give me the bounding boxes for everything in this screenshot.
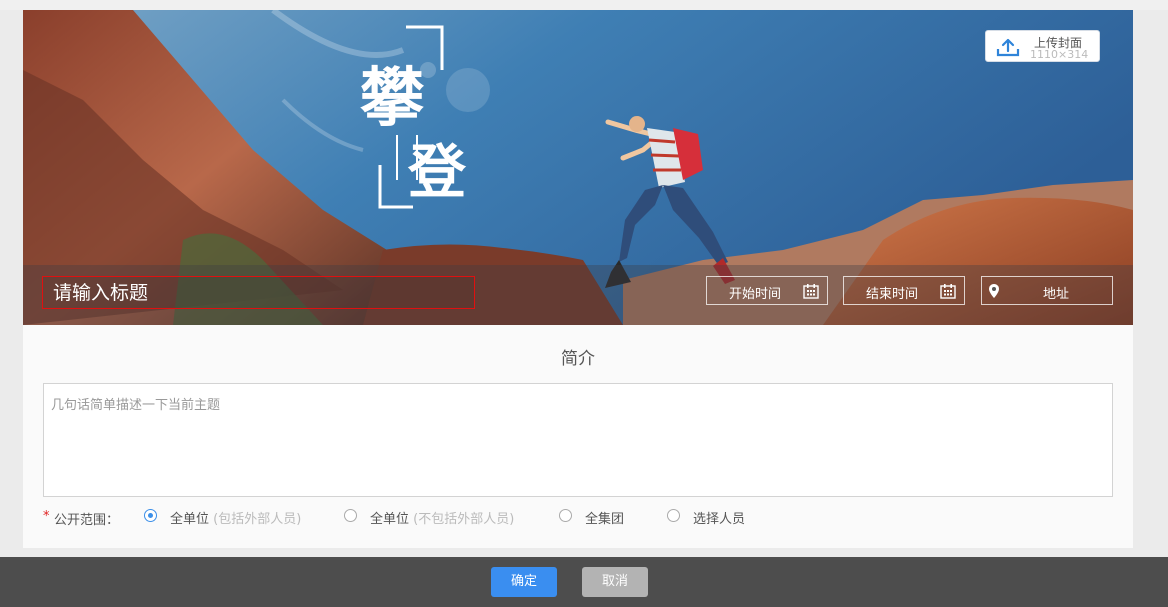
intro-section-title: 简介 [561,349,595,369]
radio-unchecked[interactable] [344,509,357,522]
scope-option-label: 全单位 [170,512,210,527]
scope-label: 公开范围： [54,513,120,528]
cover-banner: 攀 登 上传封面 1110×314 开始时间 [23,10,1133,325]
start-time-field[interactable]: 开始时间 [706,276,828,305]
radio-unchecked[interactable] [559,509,572,522]
confirm-button[interactable]: 确定 [491,567,557,597]
calendar-icon [940,284,956,299]
radio-checked[interactable] [144,509,157,522]
start-time-label: 开始时间 [729,287,782,302]
scope-option-note: (包括外部人员) [213,512,302,527]
top-strip [0,0,1168,10]
end-time-label: 结束时间 [866,287,919,302]
footer-bar: 确定 取消 [0,557,1168,607]
upload-cover-button[interactable]: 上传封面 1110×314 [985,30,1100,62]
scope-option-label: 全集团 [585,512,625,527]
upload-icon [996,38,1020,57]
title-input[interactable] [42,276,475,309]
scope-option-note: (不包括外部人员) [413,512,515,527]
logo-char-2: 登 [408,138,467,206]
cancel-button[interactable]: 取消 [582,567,648,597]
editor-card: 攀 登 上传封面 1110×314 开始时间 [23,10,1133,548]
address-label: 地址 [1043,287,1070,302]
location-pin-icon [989,284,999,298]
upload-cover-size: 1110×314 [1030,48,1089,61]
scope-option-label: 选择人员 [693,512,746,527]
calendar-icon [803,284,819,299]
banner-info-bar: 开始时间 结束时间 [23,265,1133,325]
end-time-field[interactable]: 结束时间 [843,276,965,305]
radio-unchecked[interactable] [667,509,680,522]
scope-option-label: 全单位 [370,512,410,527]
required-mark: * [43,509,50,524]
climb-logo: 攀 登 [358,25,478,210]
description-textarea[interactable] [43,383,1113,497]
address-field[interactable]: 地址 [981,276,1113,305]
